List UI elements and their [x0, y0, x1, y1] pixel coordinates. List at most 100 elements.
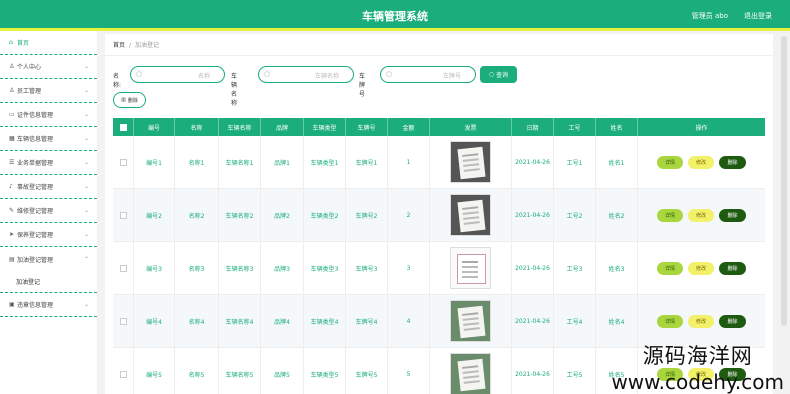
search-icon: ○ — [136, 70, 143, 78]
sidebar-item-certificates[interactable]: ▭ 证件信息管理 ⌄ — [0, 103, 97, 127]
sidebar-item-label: 事故登记管理 — [17, 184, 54, 191]
wrench-icon: ✎ — [9, 207, 15, 214]
invoice-photo[interactable] — [450, 194, 491, 236]
detail-button[interactable]: 详情 — [657, 208, 683, 222]
column-header: 车辆名称 — [219, 118, 261, 136]
sidebar-item-label: 违章信息管理 — [17, 302, 54, 309]
sidebar-item-refuel[interactable]: ▤ 加油登记管理 ⌃ — [0, 247, 97, 271]
detail-button-label: 详情 — [664, 159, 675, 166]
breadcrumb-separator: / — [129, 42, 132, 49]
cell-amount: 3 — [388, 242, 430, 294]
chevron-down-icon: ⌄ — [83, 207, 89, 214]
cell-employee-id: 工号5 — [554, 348, 596, 394]
cell-date: 2021-04-26 — [512, 242, 554, 294]
sidebar-item-business-docs[interactable]: ☰ 业务单据管理 ⌄ — [0, 151, 97, 175]
mic-icon: ♪ — [9, 183, 13, 190]
cell-vehicle-name: 车辆名称4 — [219, 295, 261, 347]
row-checkbox[interactable] — [119, 317, 127, 325]
cell-amount: 5 — [388, 348, 430, 394]
column-header: 品牌 — [261, 118, 304, 136]
sidebar-item-label: 证件信息管理 — [17, 112, 54, 119]
invoice-photo[interactable] — [450, 353, 491, 394]
cell-name: 名称1 — [175, 136, 219, 188]
row-select-cell — [113, 295, 134, 347]
table-header: 编号 名称 车辆名称 品牌 车辆类型 车牌号 金额 发票 日期 工号 姓名 操作 — [113, 118, 765, 136]
cell-vehicle-name: 车辆名称5 — [219, 348, 261, 394]
select-all-checkbox[interactable] — [119, 123, 127, 131]
row-checkbox[interactable] — [119, 370, 127, 378]
batch-delete-button[interactable]: ▥ 删除 — [113, 92, 146, 108]
warning-icon: ▣ — [9, 301, 15, 308]
cell-person-name: 姓名2 — [596, 189, 638, 241]
app-title: 车辆管理系统 — [362, 10, 428, 23]
search-input-vehicle-name[interactable]: ○ 车辆名称 — [258, 66, 354, 83]
sidebar-item-accidents[interactable]: ♪ 事故登记管理 ⌄ — [0, 175, 97, 199]
row-checkbox[interactable] — [119, 158, 127, 166]
delete-button-label: 删除 — [727, 159, 738, 166]
sidebar-item-maintenance[interactable]: ➤ 保养登记管理 ⌄ — [0, 223, 97, 247]
query-button[interactable]: ○ 查询 — [480, 66, 517, 83]
sidebar-item-employees[interactable]: ♙ 员工管理 ⌄ — [0, 79, 97, 103]
invoice-photo[interactable] — [450, 247, 491, 289]
delete-button[interactable]: 删除 — [719, 314, 746, 328]
table-row: 编号2 名称2 车辆名称2 品牌2 车辆类型2 车牌号2 2 2021-04-2… — [113, 189, 765, 242]
cell-plate: 车牌号2 — [346, 189, 388, 241]
delete-button[interactable]: 删除 — [719, 155, 746, 169]
edit-button[interactable]: 修改 — [688, 155, 714, 169]
breadcrumb-home[interactable]: 首页 — [113, 42, 125, 49]
cell-name: 名称2 — [175, 189, 219, 241]
column-header: 编号 — [134, 118, 175, 136]
cell-date: 2021-04-26 — [512, 348, 554, 394]
search-label-plate: 车牌号 — [359, 73, 366, 98]
chevron-down-icon: ⌄ — [83, 301, 89, 308]
sidebar-item-violations[interactable]: ▣ 违章信息管理 ⌄ — [0, 293, 97, 317]
sidebar-subitem-refuel-register[interactable]: 加油登记 — [0, 271, 97, 293]
detail-button[interactable]: 详情 — [657, 261, 683, 275]
sidebar-item-repairs[interactable]: ✎ 维修登记管理 ⌄ — [0, 199, 97, 223]
cell-employee-id: 工号3 — [554, 242, 596, 294]
invoice-photo[interactable] — [450, 300, 491, 342]
logout-link[interactable]: 退出登录 — [744, 11, 772, 21]
chevron-down-icon: ⌄ — [83, 63, 89, 70]
sidebar-item-label: 维修登记管理 — [17, 208, 54, 215]
cell-actions: 详情 修改 删除 — [638, 189, 765, 241]
edit-button[interactable]: 修改 — [688, 261, 714, 275]
top-bar: 车辆管理系统 管理员 abo 退出登录 — [0, 0, 790, 31]
row-checkbox[interactable] — [119, 264, 127, 272]
detail-button[interactable]: 详情 — [657, 155, 683, 169]
column-header: 金额 — [388, 118, 430, 136]
search-input-plate[interactable]: ○ 车牌号 — [380, 66, 476, 83]
search-input-name[interactable]: ○ 名称 — [130, 66, 225, 83]
delete-button[interactable]: 删除 — [719, 261, 746, 275]
column-header: 日期 — [512, 118, 554, 136]
search-label-vehicle-name: 车辆名称 — [231, 73, 238, 107]
invoice-photo[interactable] — [450, 141, 491, 183]
row-select-cell — [113, 136, 134, 188]
cell-name: 名称5 — [175, 348, 219, 394]
delete-button[interactable]: 删除 — [719, 208, 746, 222]
cell-code: 编号5 — [134, 348, 175, 394]
cell-vehicle-type: 车辆类型1 — [304, 136, 346, 188]
edit-button-label: 修改 — [695, 159, 706, 166]
sidebar-item-home[interactable]: ⌂ 首页 — [0, 31, 97, 55]
sidebar-item-profile[interactable]: ♙ 个人中心 ⌄ — [0, 55, 97, 79]
detail-button-label: 详情 — [664, 265, 675, 272]
cell-code: 编号2 — [134, 189, 175, 241]
edit-button[interactable]: 修改 — [688, 208, 714, 222]
row-select-cell — [113, 348, 134, 394]
edit-button[interactable]: 修改 — [688, 314, 714, 328]
chevron-up-icon: ⌃ — [83, 255, 89, 263]
cell-plate: 车牌号5 — [346, 348, 388, 394]
cell-invoice — [430, 242, 512, 294]
cell-vehicle-type: 车辆类型4 — [304, 295, 346, 347]
sidebar-item-vehicles[interactable]: ▦ 车辆信息管理 ⌄ — [0, 127, 97, 151]
cell-code: 编号3 — [134, 242, 175, 294]
column-header: 姓名 — [596, 118, 638, 136]
row-checkbox[interactable] — [119, 211, 127, 219]
detail-button[interactable]: 详情 — [657, 314, 683, 328]
sidebar-item-label: 个人中心 — [17, 64, 42, 71]
scrollbar[interactable] — [781, 36, 787, 326]
sidebar-item-label: 业务单据管理 — [17, 160, 54, 167]
cell-brand: 品牌1 — [261, 136, 304, 188]
cell-employee-id: 工号4 — [554, 295, 596, 347]
